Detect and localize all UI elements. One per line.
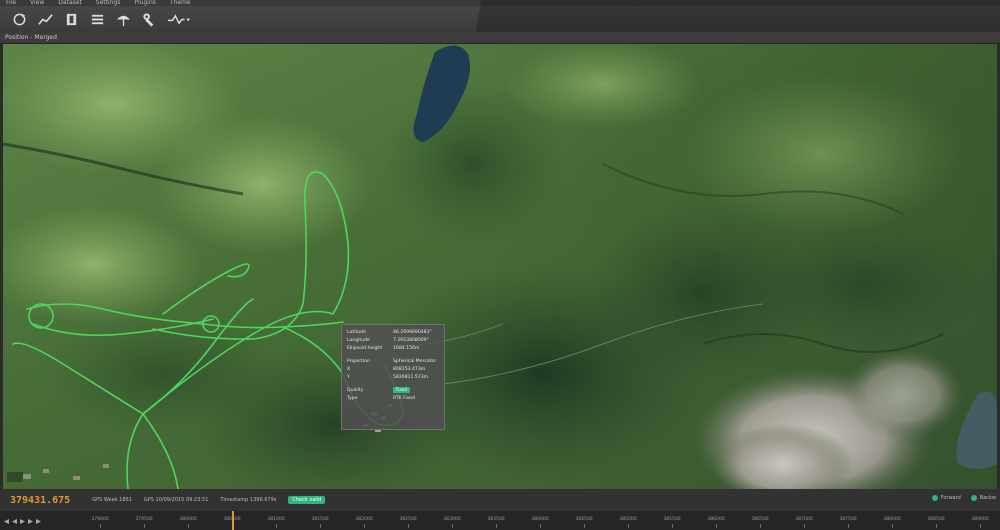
tick-label: 379000 (91, 517, 109, 522)
tick-label: 384000 (531, 517, 549, 522)
position-info-popup: Latitude 46.2696690483° Longitude 7.265380… (341, 324, 445, 430)
wave-icon[interactable] (166, 10, 192, 28)
tick-mark (100, 524, 101, 528)
check-icon (931, 495, 938, 501)
check-icon (970, 495, 977, 501)
quality-label: Quality (347, 388, 364, 393)
forward-toggle[interactable]: Forward (931, 495, 961, 501)
tick-label: 389000 (971, 517, 989, 522)
tick-label: 388500 (927, 517, 945, 522)
timestamp: Timestamp 1396.679s (220, 497, 277, 503)
longitude-label: Longitude (347, 338, 370, 343)
type-label: Type (347, 396, 358, 401)
projection-value: Spherical Mercator (393, 359, 437, 364)
tick-mark (276, 524, 277, 528)
view-title: Position - Merged (0, 32, 1000, 44)
step-forward-icon[interactable] (28, 519, 33, 524)
tick-mark (364, 524, 365, 528)
tick-label: 379500 (135, 517, 153, 522)
fast-forward-icon[interactable] (36, 519, 41, 524)
layer-icon[interactable] (62, 10, 80, 28)
timeline-cursor[interactable] (232, 511, 234, 530)
tick-mark (496, 524, 497, 528)
height-label: Ellipsoid height (347, 346, 383, 351)
tick-mark (628, 524, 629, 528)
height-value: 1684.156m (393, 346, 420, 351)
x-value: 808153.473m (393, 367, 426, 372)
tick-mark (848, 524, 849, 528)
tick-mark (452, 524, 453, 528)
app-window: File View Dataset Settings Plugins Theme… (0, 0, 1000, 530)
rotate-icon[interactable] (10, 10, 28, 28)
tick-label: 386000 (707, 517, 725, 522)
latitude-label: Latitude (347, 330, 366, 335)
tick-mark (892, 524, 893, 528)
time-readout: 379431.675 (10, 494, 71, 506)
tick-label: 381000 (267, 517, 285, 522)
tick-label: 383500 (487, 517, 505, 522)
x-label: X (347, 367, 351, 372)
satellite-map[interactable]: Latitude 46.2696690483° Longitude 7.265380… (3, 44, 997, 489)
backward-label: Backw (979, 495, 996, 501)
terrain-imagery (3, 44, 997, 489)
tick-label: 386500 (751, 517, 769, 522)
tick-label: 384500 (575, 517, 593, 522)
toolbar (0, 6, 1000, 32)
timeline[interactable]: 3790003795003800003805003810003815003820… (0, 511, 1000, 530)
status-bar: 379431.675 GPS Week 1861 GPS 10/09/2015 … (0, 489, 1000, 511)
tick-label: 381500 (311, 517, 329, 522)
tick-mark (144, 524, 145, 528)
backward-toggle[interactable]: Backw (970, 495, 996, 501)
y-value: 5826811.573m (393, 375, 429, 380)
tick-mark (320, 524, 321, 528)
umbrella-icon[interactable] (114, 10, 132, 28)
tick-mark (716, 524, 717, 528)
tick-label: 387000 (795, 517, 813, 522)
quality-badge: Fixed (393, 387, 410, 393)
playback-controls (4, 519, 41, 524)
tick-mark (540, 524, 541, 528)
check-valid-badge: Check valid (288, 496, 326, 504)
trend-icon[interactable] (36, 10, 54, 28)
projection-label: Projection (347, 359, 370, 364)
tick-mark (936, 524, 937, 528)
tick-mark (584, 524, 585, 528)
tick-label: 383000 (443, 517, 461, 522)
tick-label: 385000 (619, 517, 637, 522)
tick-mark (408, 524, 409, 528)
rewind-icon[interactable] (4, 519, 9, 524)
step-back-icon[interactable] (12, 519, 17, 524)
tick-label: 385500 (663, 517, 681, 522)
tick-mark (672, 524, 673, 528)
gps-date: GPS 10/09/2015 09:23:51 (143, 497, 209, 503)
tick-mark (188, 524, 189, 528)
list-icon[interactable] (88, 10, 106, 28)
y-label: Y (347, 375, 350, 380)
tick-label: 382000 (355, 517, 373, 522)
tick-label: 387500 (839, 517, 857, 522)
type-value: RTK Fixed (393, 396, 416, 401)
play-icon[interactable] (20, 519, 25, 524)
forward-label: Forward (940, 495, 961, 501)
wrench-icon[interactable] (140, 10, 158, 28)
tick-mark (804, 524, 805, 528)
gps-week: GPS Week 1861 (92, 497, 132, 503)
latitude-value: 46.2696690483° (393, 330, 432, 335)
longitude-value: 7.2653808009° (393, 338, 429, 343)
tick-mark (980, 524, 981, 528)
timeline-ticks: 3790003795003800003805003810003815003820… (90, 514, 990, 528)
tick-label: 382500 (399, 517, 417, 522)
tick-label: 380000 (179, 517, 197, 522)
tick-mark (760, 524, 761, 528)
tick-label: 388000 (883, 517, 901, 522)
